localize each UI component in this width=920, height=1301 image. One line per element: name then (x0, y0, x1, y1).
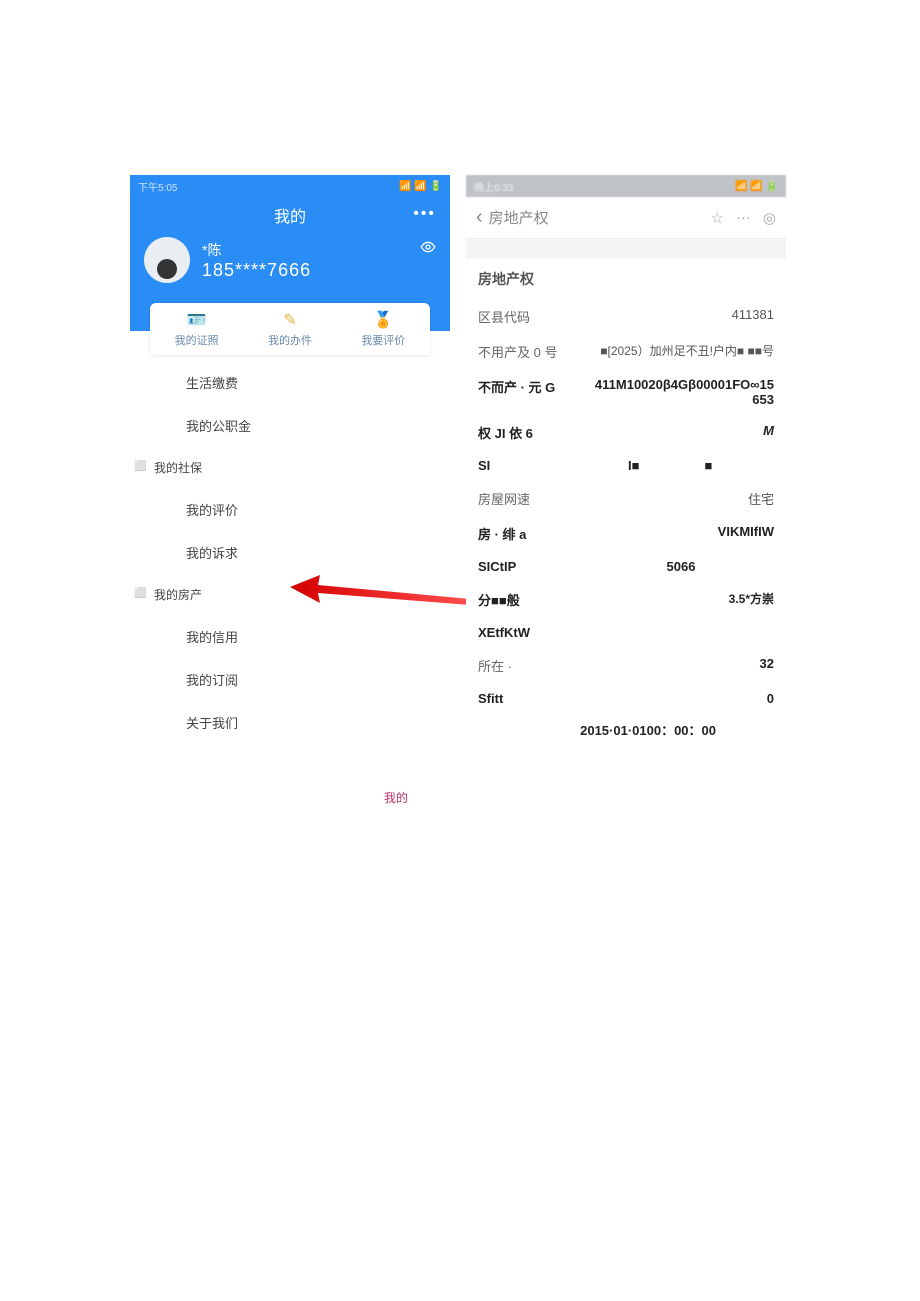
page-title: 我的 (274, 203, 306, 227)
status-time: 晚上6:33 (474, 179, 513, 194)
row-label: Sfitt (478, 691, 588, 706)
row-value: 411M10020β4Gβ00001FO∞15653 (588, 377, 774, 407)
profile-row[interactable]: *陈 185****7666 (130, 237, 450, 283)
menu-item-about-us[interactable]: 关于我们 (130, 701, 450, 744)
tab-label: 我要评价 (361, 332, 405, 348)
tab-label: 我的证照 (175, 332, 219, 348)
row-label: 不用产及 0 号 (478, 342, 588, 361)
row-label: 权 JI 依 6 (478, 423, 588, 442)
row-house-net: 房屋网速 住宅 (466, 481, 786, 516)
right-phone: 晚上6:33 📶 📶 🔋 ‹ 房地产权 ☆ ··· ◎ 房地产权 区县代码 41… (466, 175, 786, 745)
dot-icon: ⬜ (134, 588, 146, 599)
row-value: 5066 (588, 559, 774, 574)
row-fen: 分■■般 3.5*方崇 (466, 582, 786, 617)
menu-item-public-fund[interactable]: 我的公职金 (130, 404, 450, 447)
row-label: 不而产 · 元 G (478, 377, 588, 396)
pencil-icon: ✎ (283, 310, 296, 330)
star-icon[interactable]: ☆ (710, 209, 723, 227)
row-value: 住宅 (588, 489, 774, 508)
menu-item-my-appeal[interactable]: 我的诉求 (130, 531, 450, 574)
profile-text: *陈 185****7666 (202, 240, 311, 281)
status-bar: 下午5:05 📶 📶 🔋 (130, 175, 450, 197)
menu-label: 我的订阅 (186, 673, 238, 688)
more-icon[interactable]: ••• (413, 205, 436, 223)
footer-my-label[interactable]: 我的 (384, 789, 408, 806)
row-sfitt: Sfitt 0 (466, 683, 786, 714)
status-time: 下午5:05 (138, 179, 177, 194)
avatar-head-icon (157, 259, 177, 279)
avatar[interactable] (144, 237, 190, 283)
row-xetfktw: XEtfKtW (466, 617, 786, 648)
profile-number: 185****7666 (202, 260, 311, 281)
tabs-card: 🪪 我的证照 ✎ 我的办件 🏅 我要评价 (150, 303, 430, 355)
left-phone: 下午5:05 📶 📶 🔋 我的 ••• *陈 185****7666 (130, 175, 450, 745)
tab-certificates[interactable]: 🪪 我的证照 (150, 303, 243, 355)
row-value: 411381 (588, 307, 774, 322)
target-icon[interactable]: ◎ (763, 209, 776, 227)
nav-title: 房地产权 (489, 207, 549, 228)
dot-icon: ⬜ (134, 461, 146, 472)
row-value: ■[2025）加州足不丑!户内■ ■■号 (588, 342, 774, 359)
row-label: 分■■般 (478, 590, 588, 609)
menu-item-my-property[interactable]: ⬜ 我的房产 (130, 574, 450, 615)
screenshots-container: 下午5:05 📶 📶 🔋 我的 ••• *陈 185****7666 (130, 175, 800, 745)
row-value: M (588, 423, 774, 438)
tab-rate[interactable]: 🏅 我要评价 (337, 303, 430, 355)
status-bar: 晚上6:33 📶 📶 🔋 (466, 175, 786, 197)
menu-list: 生活缴费 我的公职金 ⬜ 我的社保 我的评价 我的诉求 ⬜ 我的房产 我的信用 我的… (130, 361, 450, 744)
row-value: 0 (588, 691, 774, 706)
row-value: 3.5*方崇 (588, 590, 774, 607)
row-label: 区县代码 (478, 307, 588, 326)
row-label: 房 · 绯 a (478, 524, 588, 543)
row-value: VIKMIfIW (588, 524, 774, 539)
timestamp: 2015·01·0100：00：00 (466, 714, 786, 745)
status-right-icons: 📶 📶 🔋 (735, 181, 778, 192)
back-icon[interactable]: ‹ (476, 206, 483, 229)
menu-label: 我的诉求 (186, 546, 238, 561)
row-value: 32 (588, 656, 774, 671)
row-right-basis: 权 JI 依 6 M (466, 415, 786, 450)
menu-label: 关于我们 (186, 716, 238, 731)
row-property-g: 不而产 · 元 G 411M10020β4Gβ00001FO∞15653 (466, 369, 786, 415)
menu-item-my-credit[interactable]: 我的信用 (130, 615, 450, 658)
nav-left[interactable]: ‹ 房地产权 (476, 206, 549, 229)
more-icon[interactable]: ··· (736, 209, 751, 226)
row-property-no: 不用产及 0 号 ■[2025）加州足不丑!户内■ ■■号 (466, 334, 786, 369)
menu-label: 我的房产 (154, 588, 202, 602)
menu-item-my-subscription[interactable]: 我的订阅 (130, 658, 450, 701)
menu-item-life-payment[interactable]: 生活缴费 (130, 361, 450, 404)
spacer (466, 239, 786, 259)
profile-header: 我的 ••• *陈 185****7666 🪪 我的证照 (130, 197, 450, 331)
row-label: SICtIP (478, 559, 588, 574)
profile-name: *陈 (202, 240, 311, 260)
nav-bar: ‹ 房地产权 ☆ ··· ◎ (466, 197, 786, 239)
tab-my-cases[interactable]: ✎ 我的办件 (243, 303, 336, 355)
menu-item-social-security[interactable]: ⬜ 我的社保 (130, 447, 450, 488)
nav-icons: ☆ ··· ◎ (710, 209, 776, 227)
eye-icon[interactable] (420, 239, 436, 258)
row-label: 房屋网速 (478, 489, 588, 508)
menu-item-my-rating[interactable]: 我的评价 (130, 488, 450, 531)
menu-label: 我的信用 (186, 630, 238, 645)
row-label: 所在 · (478, 656, 588, 675)
row-label: SI (478, 458, 588, 473)
row-value: I■ ■ (588, 458, 774, 473)
section-title: 房地产权 (466, 259, 786, 299)
tab-label: 我的办件 (268, 332, 312, 348)
row-house-a: 房 · 绯 a VIKMIfIW (466, 516, 786, 551)
row-location: 所在 · 32 (466, 648, 786, 683)
row-sictip: SICtIP 5066 (466, 551, 786, 582)
menu-label: 生活缴费 (186, 376, 238, 391)
menu-label: 我的评价 (186, 503, 238, 518)
row-district-code: 区县代码 411381 (466, 299, 786, 334)
row-si: SI I■ ■ (466, 450, 786, 481)
header-title-row: 我的 ••• (130, 197, 450, 237)
status-right-icons: 📶 📶 🔋 (399, 181, 442, 192)
menu-label: 我的社保 (154, 461, 202, 475)
row-label: XEtfKtW (478, 625, 588, 640)
badge-icon: 🏅 (373, 310, 393, 330)
menu-label: 我的公职金 (186, 419, 251, 434)
card-icon: 🪪 (187, 310, 207, 330)
